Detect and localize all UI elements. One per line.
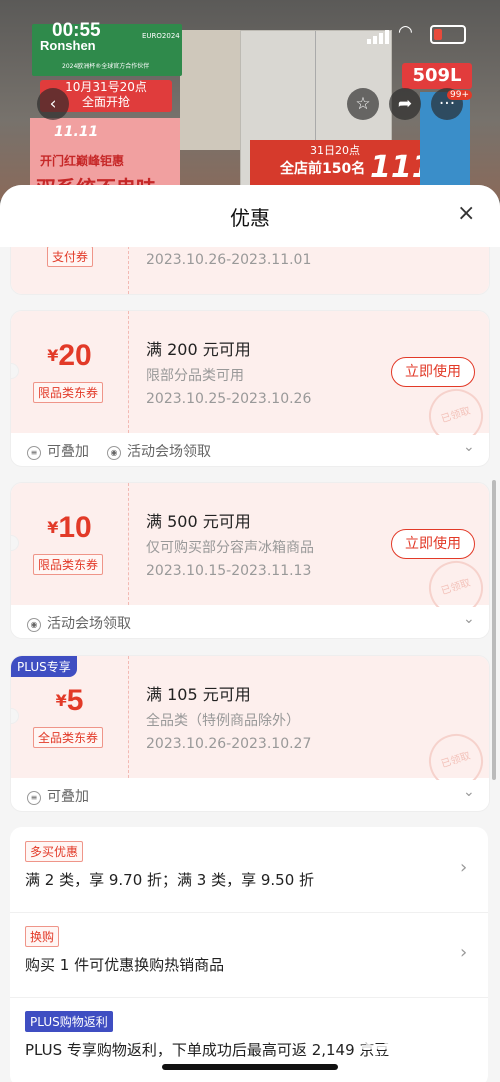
battery-icon	[430, 25, 466, 44]
coupon-date: 2023.10.26-2023.11.01	[146, 252, 312, 268]
wifi-icon: ◠	[398, 22, 413, 42]
coupon-tag: 限品类东券	[33, 554, 104, 575]
coupon-condition: 满 500 元可用	[146, 512, 251, 531]
sheet-title: 优惠	[230, 206, 270, 230]
discount-sheet: 支付券 2023.10.26-2023.11.01 ¥20 限品类东券 满 20…	[0, 185, 500, 1082]
promotion-row[interactable]: 换购 购买 1 件可优惠换购热销商品 ›	[10, 912, 488, 998]
chevron-right-icon: ›	[460, 857, 468, 878]
coupon-footer[interactable]: ◉ 活动会场领取 ⌄	[11, 607, 489, 637]
stackable-label: ≡ 可叠加	[27, 441, 89, 461]
status-time: 00:55	[52, 20, 101, 41]
coupon-amount: ¥10	[11, 511, 128, 545]
watermark-logo: 值值值	[350, 1006, 488, 1057]
promotion-text: 满 2 类，享 9.70 折；满 3 类，享 9.50 折	[25, 871, 315, 889]
coupon-condition: 满 105 元可用	[146, 685, 251, 704]
capacity-badge: 509L	[402, 63, 472, 89]
currency-symbol: ¥	[47, 518, 59, 537]
currency-symbol: ¥	[47, 346, 59, 365]
coupon-date: 2023.10.25-2023.10.26	[146, 391, 312, 407]
wine-shelf-image	[180, 30, 240, 150]
coupon-body: ¥20 限品类东券 满 200 元可用 限部分品类可用 2023.10.25-2…	[11, 311, 489, 451]
coupon-description: 全品类（特例商品除外）	[146, 713, 300, 729]
coupon-condition: 满 200 元可用	[146, 340, 251, 359]
venue-icon: ◉	[27, 618, 41, 632]
coupon-card[interactable]: ¥20 限品类东券 满 200 元可用 限部分品类可用 2023.10.25-2…	[10, 310, 490, 467]
home-indicator[interactable]	[162, 1064, 338, 1070]
coupon-description: 仅可购买部分容声冰箱商品	[146, 540, 314, 556]
coupon-value: 5	[66, 684, 84, 717]
signal-icon	[367, 25, 391, 44]
currency-symbol: ¥	[55, 691, 67, 710]
coupon-body: ¥10 限品类东券 满 500 元可用 仅可购买部分容声冰箱商品 2023.10…	[11, 483, 489, 623]
stackable-label: ≡ 可叠加	[27, 786, 89, 806]
close-button[interactable]: ×	[457, 201, 475, 226]
source-text: 活动会场领取	[127, 444, 211, 460]
venue-icon: ◉	[107, 446, 121, 460]
event-title: 11.11	[54, 124, 99, 140]
back-button[interactable]: ‹	[37, 88, 69, 120]
stackable-text: 可叠加	[47, 789, 89, 805]
source-label: ◉ 活动会场领取	[27, 613, 131, 633]
coupon-value: 10	[58, 511, 92, 544]
coupon-footer[interactable]: ≡ 可叠加 ⌄	[11, 780, 489, 810]
chevron-right-icon: ›	[460, 942, 468, 963]
coupon-date: 2023.10.26-2023.10.27	[146, 736, 312, 752]
plus-rebate-tag: PLUS购物返利	[25, 1011, 113, 1032]
brand-subtitle: 2024欧洲杯®全球官方合作伙伴	[62, 63, 150, 70]
sheet-header: 优惠 ×	[0, 185, 500, 247]
coupon-footer[interactable]: ≡ 可叠加 ◉ 活动会场领取 ⌄	[11, 435, 489, 465]
chevron-down-icon[interactable]: ⌄	[463, 784, 475, 800]
coupon-card[interactable]: PLUS专享 ¥5 全品类东券 满 105 元可用 全品类（特例商品除外） 20…	[10, 655, 490, 812]
coupon-divider	[128, 311, 129, 433]
source-label: ◉ 活动会场领取	[107, 441, 211, 461]
coupon-body: PLUS专享 ¥5 全品类东券 满 105 元可用 全品类（特例商品除外） 20…	[11, 656, 489, 796]
status-bar: 00:55 ◠	[0, 0, 500, 44]
coupon-tag: 限品类东券	[33, 382, 104, 403]
chevron-down-icon[interactable]: ⌄	[463, 439, 475, 455]
promotion-text: 购买 1 件可优惠换购热销商品	[25, 956, 225, 974]
promotion-row[interactable]: 多买优惠 满 2 类，享 9.70 折；满 3 类，享 9.50 折 ›	[10, 827, 488, 913]
message-badge: 99+	[447, 90, 472, 100]
scrollbar[interactable]	[492, 480, 496, 780]
stackable-text: 可叠加	[47, 444, 89, 460]
coupon-divider	[128, 656, 129, 778]
promo-rank: 全店前150名	[280, 161, 366, 177]
source-text: 活动会场领取	[47, 616, 131, 632]
coupon-divider	[128, 483, 129, 605]
coupon-description: 限部分品类可用	[146, 368, 244, 384]
event-subtitle: 开门红巅峰钜惠	[40, 154, 125, 168]
promotion-tag: 多买优惠	[25, 841, 84, 862]
watermark-url: zhizhizhi.com	[372, 1052, 460, 1067]
coupon-tag: 全品类东券	[33, 727, 104, 748]
chevron-down-icon[interactable]: ⌄	[463, 611, 475, 627]
share-button[interactable]: ➦	[389, 88, 421, 120]
plus-badge: PLUS专享	[11, 656, 77, 677]
coupon-amount: ¥5	[11, 684, 128, 718]
stack-icon: ≡	[27, 791, 41, 805]
favorite-button[interactable]: ☆	[347, 88, 379, 120]
stack-icon: ≡	[27, 446, 41, 460]
coupon-value: 20	[58, 339, 92, 372]
promotion-tag: 换购	[25, 926, 60, 947]
coupon-date: 2023.10.15-2023.11.13	[146, 563, 312, 579]
coupon-amount: ¥20	[11, 339, 128, 373]
use-now-button[interactable]: 立即使用	[391, 357, 475, 387]
promo-time: 31日20点	[310, 144, 360, 157]
use-now-button[interactable]: 立即使用	[391, 529, 475, 559]
coupon-card[interactable]: ¥10 限品类东券 满 500 元可用 仅可购买部分容声冰箱商品 2023.10…	[10, 482, 490, 639]
coupon-tag: 支付券	[47, 246, 94, 267]
promotion-text: PLUS 专享购物返利，下单成功后最高可返 2,149 京豆	[25, 1041, 390, 1059]
